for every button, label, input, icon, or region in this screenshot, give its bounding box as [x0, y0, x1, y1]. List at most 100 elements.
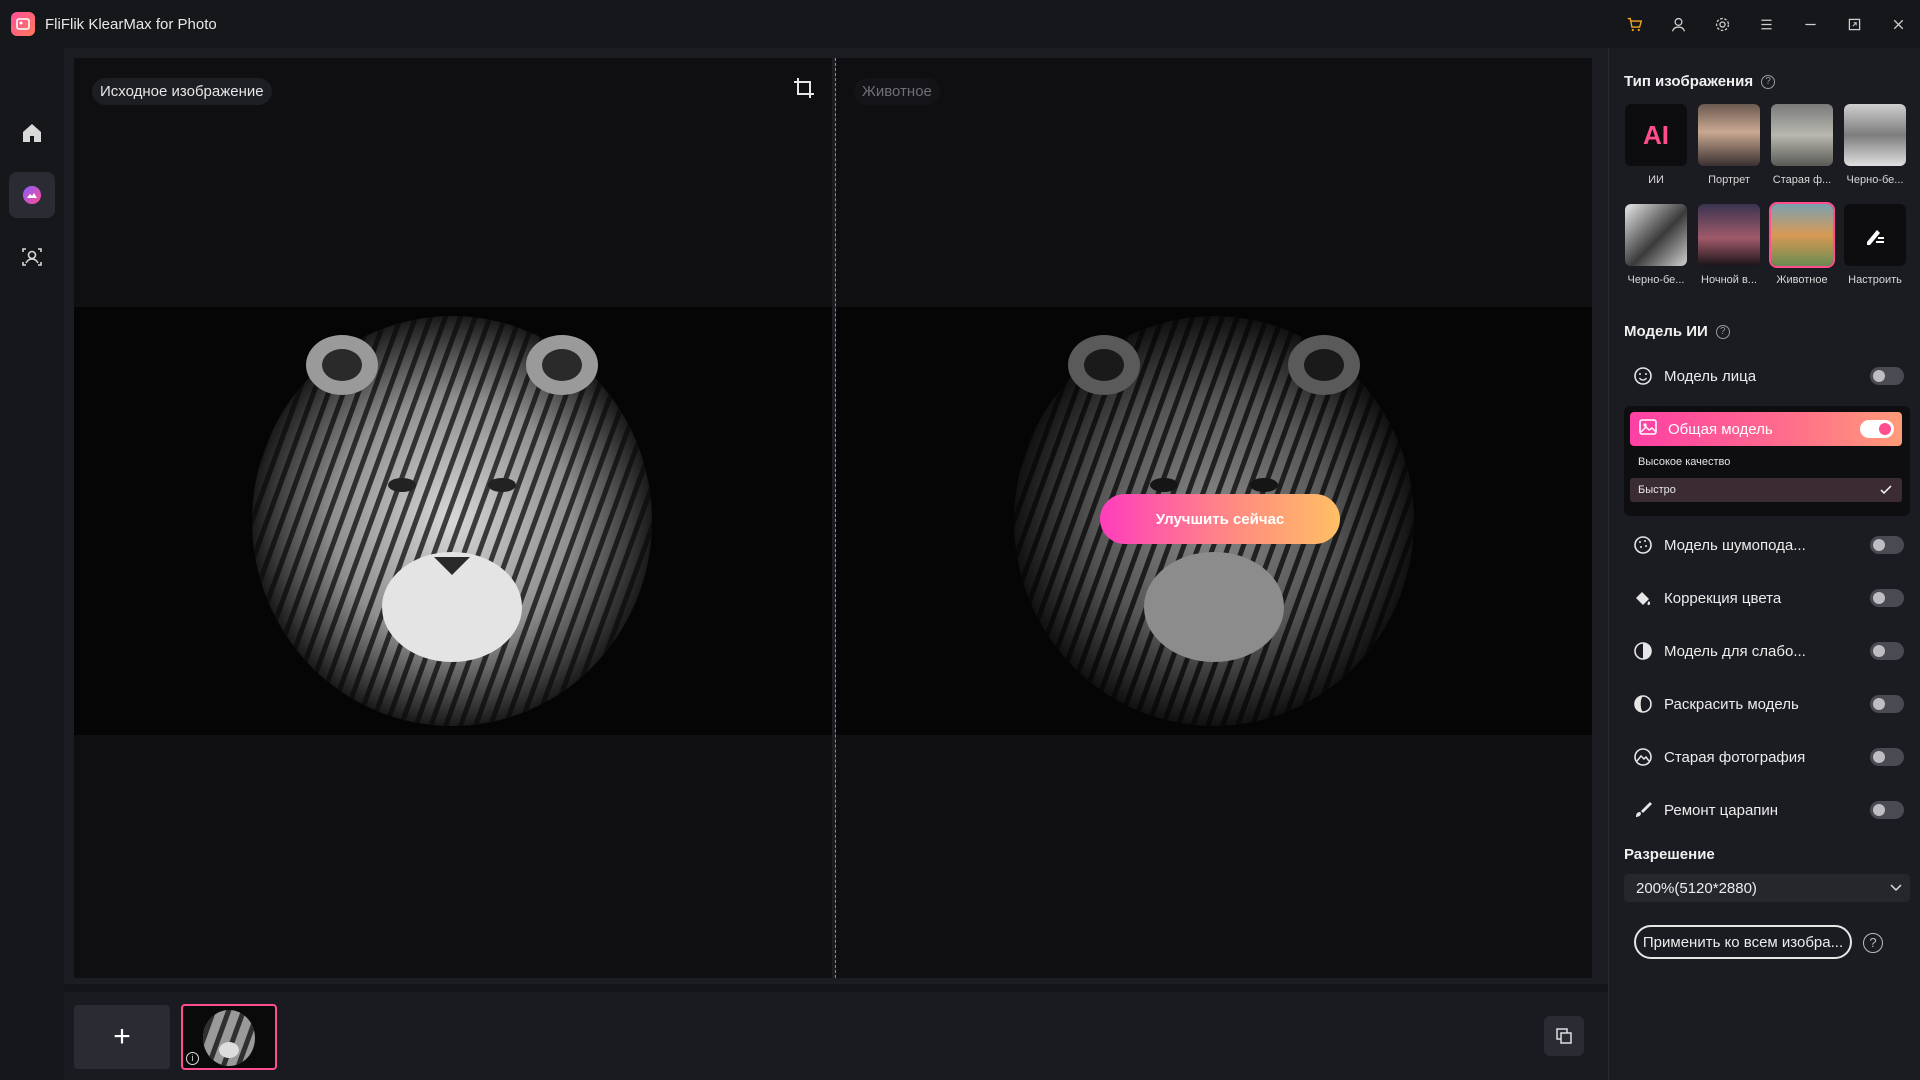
- general-model-box: Общая модель Высокое качество Быстро: [1624, 406, 1910, 516]
- model-old-photo-row: Старая фотография: [1624, 737, 1912, 777]
- type-label: Черно-бе...: [1627, 274, 1685, 286]
- ai-tile-icon: AI: [1625, 104, 1687, 166]
- option-label: Быстро: [1638, 484, 1676, 496]
- image-icon: [1638, 417, 1658, 442]
- ai-model-title: Модель ИИ: [1624, 323, 1708, 340]
- quality-option-fast[interactable]: Быстро: [1630, 478, 1902, 502]
- night-thumbnail: [1698, 204, 1760, 266]
- chevron-down-icon: [1890, 884, 1902, 892]
- denoise-icon: [1632, 534, 1654, 556]
- type-portrait[interactable]: Портрет: [1697, 104, 1761, 186]
- general-model-row: Общая модель: [1630, 412, 1902, 446]
- app-logo-icon: [11, 12, 35, 36]
- general-model-toggle[interactable]: [1860, 420, 1894, 438]
- add-image-button[interactable]: +: [74, 1005, 170, 1069]
- brush-icon: [1632, 799, 1654, 821]
- model-lowlight-row: Модель для слабо...: [1624, 631, 1912, 671]
- paint-bucket-icon: [1632, 587, 1654, 609]
- model-label: Модель шумопода...: [1664, 536, 1806, 554]
- type-label: Настроить: [1848, 274, 1902, 286]
- model-color-row: Коррекция цвета: [1624, 578, 1912, 618]
- face-enhance-icon[interactable]: [9, 234, 55, 280]
- help-icon[interactable]: ?: [1761, 74, 1776, 89]
- help-icon[interactable]: ?: [1863, 933, 1883, 953]
- type-label: ИИ: [1648, 174, 1664, 186]
- bw-thumbnail: [1844, 104, 1906, 166]
- colorize-icon: [1632, 693, 1654, 715]
- image-strip: + i: [64, 992, 1608, 1080]
- photo-enhance-icon[interactable]: [9, 172, 55, 218]
- edit-icon: [1844, 204, 1906, 266]
- face-model-toggle[interactable]: [1870, 367, 1904, 385]
- minimize-icon[interactable]: [1788, 0, 1832, 48]
- type-animal[interactable]: Животное: [1770, 204, 1834, 286]
- type-label: Старая ф...: [1772, 174, 1832, 186]
- model-face-row: Модель лица: [1624, 356, 1912, 396]
- model-label: Коррекция цвета: [1664, 589, 1782, 607]
- image-type-title: Тип изображения: [1624, 73, 1754, 90]
- type-label: Животное: [1776, 274, 1828, 286]
- resolution-title: Разрешение: [1624, 846, 1715, 863]
- denoise-toggle[interactable]: [1870, 536, 1904, 554]
- close-icon[interactable]: [1876, 0, 1920, 48]
- enhance-now-button[interactable]: Улучшить сейчас: [1100, 494, 1340, 544]
- menu-icon[interactable]: [1744, 0, 1788, 48]
- original-image-label: Исходное изображение: [92, 78, 272, 105]
- image-thumbnail[interactable]: i: [181, 1004, 277, 1070]
- model-colorize-row: Раскрасить модель: [1624, 684, 1912, 724]
- left-sidebar: [0, 48, 64, 1080]
- result-type-label: Животное: [854, 78, 940, 105]
- title-bar: FliFlik KlearMax for Photo: [0, 0, 1920, 48]
- account-icon[interactable]: [1656, 0, 1700, 48]
- color-correction-toggle[interactable]: [1870, 589, 1904, 607]
- type-label: Черно-бе...: [1846, 174, 1904, 186]
- image-type-section: Тип изображения ?: [1624, 73, 1776, 90]
- model-label: Модель для слабо...: [1664, 642, 1806, 660]
- quality-option-high[interactable]: Высокое качество: [1630, 450, 1902, 474]
- original-photo: [74, 307, 832, 735]
- type-custom[interactable]: Настроить: [1843, 204, 1907, 286]
- type-ai[interactable]: AI ИИ: [1624, 104, 1688, 186]
- lowlight-toggle[interactable]: [1870, 642, 1904, 660]
- scratch-repair-toggle[interactable]: [1870, 801, 1904, 819]
- checkmark-icon: [1880, 485, 1892, 495]
- help-icon[interactable]: ?: [1715, 324, 1730, 339]
- old-photo-toggle[interactable]: [1870, 748, 1904, 766]
- model-label: Общая модель: [1668, 420, 1773, 438]
- type-label: Портрет: [1708, 174, 1750, 186]
- apply-to-all-button[interactable]: Применить ко всем изобра...: [1634, 925, 1852, 959]
- model-label: Старая фотография: [1664, 748, 1806, 766]
- portrait-thumbnail: [1698, 104, 1760, 166]
- type-label: Ночной в...: [1701, 274, 1757, 286]
- model-denoise-row: Модель шумопода...: [1624, 525, 1912, 565]
- home-icon[interactable]: [9, 110, 55, 156]
- workspace: Исходное изображение Животное Улучшить с…: [64, 48, 1608, 984]
- bw-thumbnail: [1625, 204, 1687, 266]
- cart-icon[interactable]: [1612, 0, 1656, 48]
- model-label: Раскрасить модель: [1664, 695, 1799, 713]
- contrast-icon: [1632, 640, 1654, 662]
- original-pane: Исходное изображение: [74, 58, 832, 978]
- model-label: Ремонт царапин: [1664, 801, 1779, 819]
- settings-gear-icon[interactable]: [1700, 0, 1744, 48]
- animal-thumbnail: [1771, 204, 1833, 266]
- copy-icon[interactable]: [1544, 1016, 1584, 1056]
- app-title: FliFlik KlearMax for Photo: [45, 15, 217, 33]
- info-icon[interactable]: i: [186, 1052, 199, 1065]
- model-scratch-row: Ремонт царапин: [1624, 790, 1912, 830]
- crop-icon[interactable]: [792, 76, 816, 100]
- type-bw-1[interactable]: Черно-бе...: [1843, 104, 1907, 186]
- type-bw-2[interactable]: Черно-бе...: [1624, 204, 1688, 286]
- settings-panel: Тип изображения ? AI ИИ Портрет Старая ф…: [1608, 48, 1920, 1080]
- resolution-value: 200%(5120*2880): [1636, 879, 1757, 897]
- model-label: Модель лица: [1664, 367, 1757, 385]
- ai-model-section: Модель ИИ ?: [1624, 323, 1730, 340]
- maximize-icon[interactable]: [1832, 0, 1876, 48]
- old-photo-icon: [1632, 746, 1654, 768]
- resolution-select[interactable]: 200%(5120*2880): [1624, 874, 1910, 902]
- type-old-photo[interactable]: Старая ф...: [1770, 104, 1834, 186]
- type-night[interactable]: Ночной в...: [1697, 204, 1761, 286]
- result-pane: Животное Улучшить сейчас: [836, 58, 1592, 978]
- colorize-toggle[interactable]: [1870, 695, 1904, 713]
- old-photo-thumbnail: [1771, 104, 1833, 166]
